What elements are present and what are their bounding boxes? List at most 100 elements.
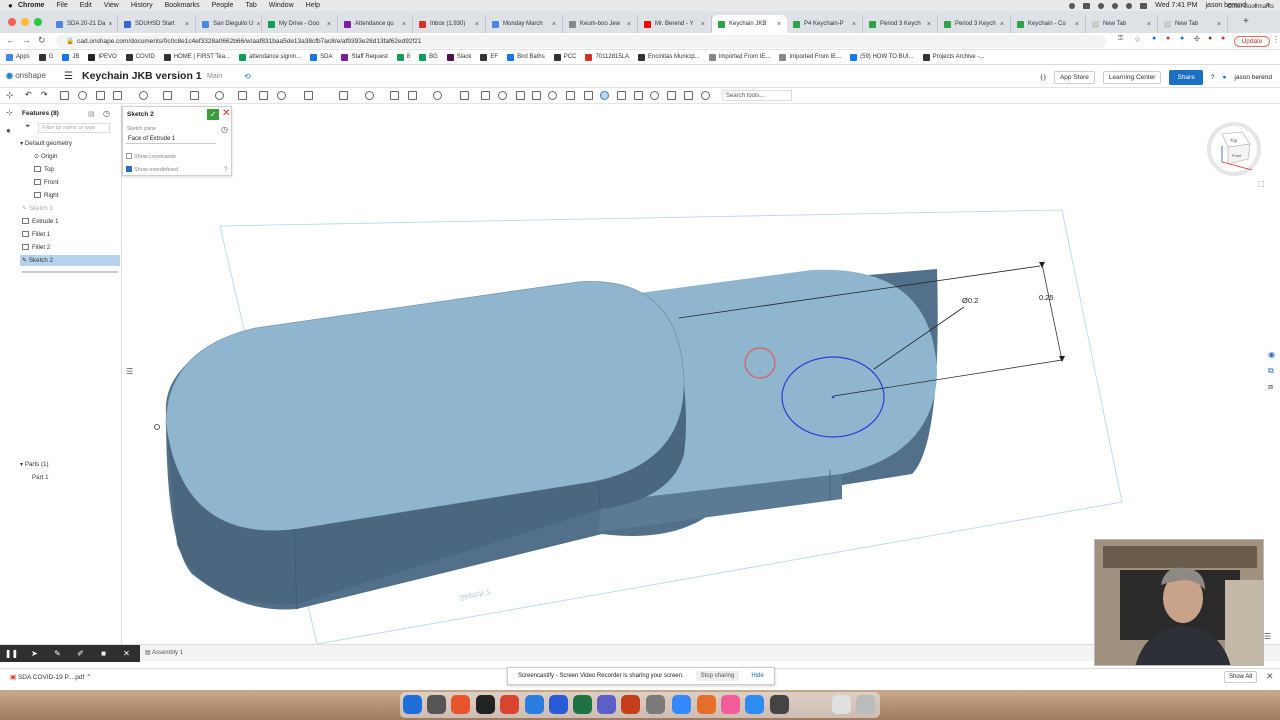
- browser-tab[interactable]: SDUHSD Start ×: [118, 15, 196, 33]
- status-icon[interactable]: [1069, 2, 1076, 9]
- bookmark-item[interactable]: Bird Baths: [507, 53, 545, 61]
- feature-sketch-2[interactable]: ✎ Sketch 2: [20, 255, 120, 266]
- bookmark-item[interactable]: Projects Archive -...: [922, 53, 984, 61]
- close-tab-icon[interactable]: ×: [849, 21, 856, 28]
- close-controls-icon[interactable]: ✕: [115, 649, 138, 658]
- close-tab-icon[interactable]: ×: [253, 21, 260, 28]
- other-bookmarks[interactable]: Other Bookmarks: [1227, 4, 1274, 10]
- bookmark-item[interactable]: Imported From IE...: [779, 53, 841, 61]
- hide-button[interactable]: Hide: [751, 673, 763, 679]
- sketch-tool-icon[interactable]: [460, 91, 469, 100]
- browser-menu-icon[interactable]: ⋮: [1272, 35, 1280, 44]
- document-menu-icon[interactable]: ☰: [64, 71, 73, 82]
- sketch-tool-icon[interactable]: [650, 91, 659, 100]
- document-title[interactable]: Keychain JKB version 1: [82, 70, 202, 82]
- menu-chrome[interactable]: Chrome: [18, 2, 44, 9]
- feature-front-plane[interactable]: Front: [20, 177, 120, 188]
- sketch-tool-icon[interactable]: [259, 91, 268, 100]
- puzzle-icon[interactable]: ✣: [1194, 35, 1200, 43]
- sketch-tool-icon[interactable]: [113, 91, 122, 100]
- close-downloads-icon[interactable]: ✕: [1266, 671, 1274, 682]
- extension-2-icon[interactable]: ●: [1180, 35, 1184, 42]
- chrome-status-icon[interactable]: [1098, 2, 1105, 9]
- browser-tab[interactable]: P4 Keychain-P ×: [787, 15, 863, 33]
- redo-icon[interactable]: ↷: [41, 90, 48, 99]
- close-tab-icon[interactable]: ×: [1144, 21, 1151, 28]
- dock-app-icon[interactable]: [646, 695, 665, 714]
- bookmark-item[interactable]: attendance signin...: [239, 53, 301, 61]
- bookmark-item[interactable]: JB: [62, 53, 79, 61]
- close-tab-icon[interactable]: ×: [472, 21, 479, 28]
- dock-app-icon[interactable]: [525, 695, 544, 714]
- dock-app-icon[interactable]: [427, 695, 446, 714]
- dock-app-icon[interactable]: [476, 695, 495, 714]
- sketch-tool-icon[interactable]: [408, 91, 417, 100]
- tab-list-icon[interactable]: ☰: [1264, 632, 1271, 641]
- view-cube[interactable]: Top Front: [1207, 122, 1261, 176]
- learning-center-button[interactable]: Learning Center: [1102, 71, 1162, 84]
- close-tab-icon[interactable]: ×: [399, 21, 406, 28]
- feature-fillet-1[interactable]: Fillet 1: [20, 229, 120, 240]
- feature-right-plane[interactable]: Right: [20, 190, 120, 201]
- feature-origin[interactable]: ⊙ Origin: [20, 151, 120, 162]
- bookmark-item[interactable]: HOME | FIRST Tea...: [163, 53, 230, 61]
- bookmark-item[interactable]: SDA: [310, 53, 332, 61]
- assembly-tab[interactable]: ▤ Assembly 1: [145, 649, 183, 656]
- browser-tab[interactable]: New Tab ×: [1158, 15, 1228, 33]
- sketch-tool-icon[interactable]: [584, 91, 593, 100]
- history-icon[interactable]: ◷: [221, 125, 228, 134]
- variables-icon[interactable]: ⧉: [1268, 366, 1274, 376]
- dock-app-icon[interactable]: [832, 695, 851, 714]
- close-tab-icon[interactable]: ×: [1072, 21, 1079, 28]
- accept-button[interactable]: ✓: [207, 109, 219, 120]
- menu-tab[interactable]: Tab: [245, 2, 256, 9]
- sketch-tool-icon[interactable]: [667, 91, 676, 100]
- appearance-icon[interactable]: ◉: [1268, 350, 1275, 359]
- menu-view[interactable]: View: [104, 2, 119, 9]
- wifi-icon[interactable]: [1126, 2, 1133, 9]
- menu-bookmarks[interactable]: Bookmarks: [165, 2, 200, 9]
- dock-app-icon[interactable]: [770, 695, 789, 714]
- sketch-tool-icon[interactable]: [634, 91, 643, 100]
- browser-tab[interactable]: Mr. Berend - Y ×: [638, 15, 712, 33]
- feature-filter-input[interactable]: Filter by name or type: [38, 123, 110, 133]
- sketch-tool-icon[interactable]: [498, 91, 507, 100]
- sketch-plane-field[interactable]: Face of Extrude 1: [126, 134, 216, 144]
- menu-people[interactable]: People: [212, 2, 234, 9]
- dock-app-icon[interactable]: [597, 695, 616, 714]
- alert-icon[interactable]: ●: [1221, 35, 1225, 42]
- browser-tab[interactable]: Keum-boo Jew ×: [563, 15, 638, 33]
- sketch-tool-icon[interactable]: [60, 91, 69, 100]
- camera-icon[interactable]: ■: [92, 649, 115, 658]
- battery-icon[interactable]: [1140, 2, 1148, 9]
- bookmark-item[interactable]: 70112815LA: [585, 53, 629, 61]
- sketch-tool-icon[interactable]: [139, 91, 148, 100]
- pen-icon[interactable]: ✎: [46, 649, 69, 658]
- dock-app-icon[interactable]: [721, 695, 740, 714]
- sketch-tool-icon[interactable]: [548, 91, 557, 100]
- pointer-icon[interactable]: ➤: [23, 649, 46, 658]
- sketch-tool-icon[interactable]: [390, 91, 399, 100]
- list-icon[interactable]: ☰: [126, 367, 133, 376]
- bookmark-item[interactable]: Encinitas Municip...: [638, 53, 700, 61]
- menu-history[interactable]: History: [131, 2, 153, 9]
- menu-help[interactable]: Help: [306, 2, 320, 9]
- onshape-logo[interactable]: ◉ onshape: [6, 71, 46, 80]
- measure-icon[interactable]: ⧈: [1268, 382, 1273, 392]
- key-icon[interactable]: ⚿: [1118, 35, 1123, 43]
- clock[interactable]: Wed 7:41 PM: [1155, 2, 1197, 9]
- sketch-tool-icon[interactable]: [190, 91, 199, 100]
- apple-icon[interactable]: ●: [8, 1, 18, 10]
- browser-tab[interactable]: Monday March ×: [486, 15, 563, 33]
- minimize-window-button[interactable]: [21, 18, 29, 26]
- bookmark-item[interactable]: Imported From IE...: [708, 53, 770, 61]
- share-button[interactable]: Share: [1169, 70, 1203, 85]
- bookmark-item[interactable]: PCC: [553, 53, 576, 61]
- sketch-tool-icon[interactable]: [566, 91, 575, 100]
- back-icon[interactable]: ←: [6, 35, 15, 45]
- sketch-tool-icon[interactable]: [238, 91, 247, 100]
- user-avatar-icon[interactable]: ●: [1222, 74, 1226, 81]
- close-window-button[interactable]: [8, 18, 16, 26]
- sketch-tool-icon[interactable]: [701, 91, 710, 100]
- sketch-tool-icon[interactable]: [277, 91, 286, 100]
